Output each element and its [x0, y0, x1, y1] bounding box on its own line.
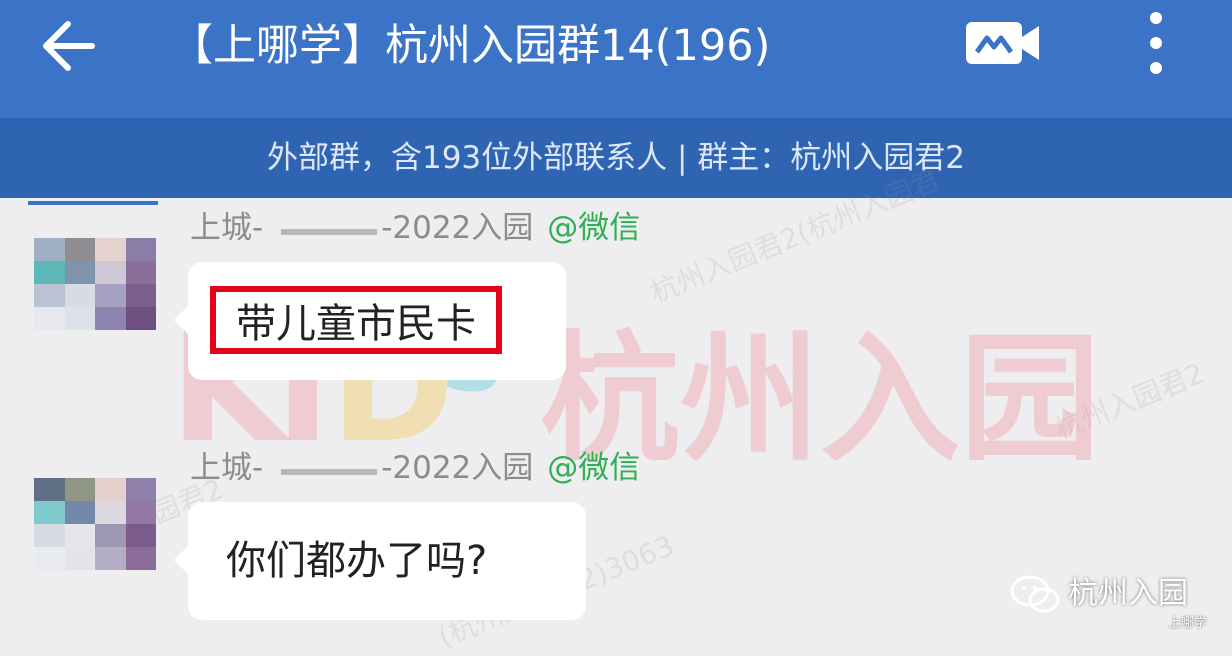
sender-prefix: 上城- [190, 450, 264, 486]
sender-suffix: -2022入园 [381, 450, 534, 486]
top-bar: 【上哪学】杭州入园群14(196) [0, 0, 1232, 118]
bubble-tail [174, 306, 188, 334]
svg-text:杭州入园: 杭州入园 [540, 319, 1100, 460]
brand-name: 杭州入园 [1068, 576, 1188, 611]
bubble-tail [174, 546, 188, 574]
redacted-name [281, 224, 378, 235]
chat-title: 【上哪学】杭州入园群14(196) [170, 21, 771, 71]
message-text: 你们都办了吗? [226, 538, 488, 584]
message-sender: 上城- -2022入园 @微信 [190, 448, 640, 488]
message-sender: 上城- -2022入园 @微信 [190, 208, 640, 248]
watermark-faint-2: 杭州入园君2 [1050, 356, 1209, 447]
group-info-bar[interactable]: 外部群，含193位外部联系人 | 群主：杭州入园君2 [0, 118, 1232, 198]
message-source: @微信 [547, 210, 641, 246]
redacted-name [281, 464, 378, 475]
video-call-icon[interactable] [965, 20, 1041, 66]
sender-suffix: -2022入园 [381, 210, 534, 246]
highlighted-text-box: 带儿童市民卡 [210, 286, 502, 354]
avatar[interactable] [34, 478, 156, 570]
accent-line [28, 201, 158, 205]
message-text: 带儿童市民卡 [236, 301, 476, 347]
message-bubble[interactable]: 带儿童市民卡 [174, 262, 566, 380]
wechat-icon [1010, 575, 1060, 613]
brand-sub: 上哪学 [1168, 616, 1208, 631]
sender-prefix: 上城- [190, 210, 264, 246]
message-source: @微信 [547, 450, 641, 486]
avatar[interactable] [34, 238, 156, 330]
more-vertical-icon[interactable] [1140, 10, 1172, 76]
message-bubble[interactable]: 你们都办了吗? [174, 502, 586, 620]
arrow-left-icon[interactable] [38, 18, 98, 74]
